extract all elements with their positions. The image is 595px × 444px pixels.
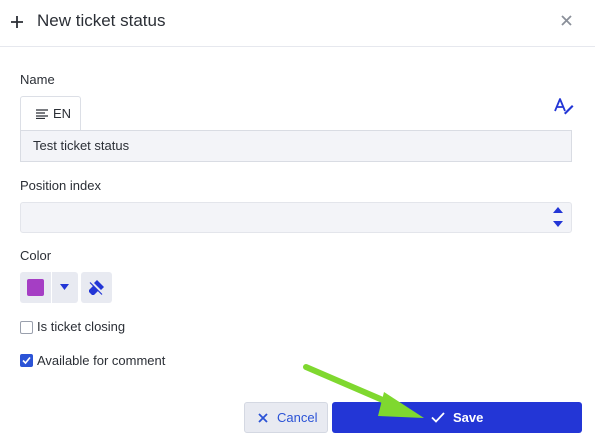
paint-roller-icon [89,280,104,295]
check-icon [431,412,445,423]
position-index-label: Position index [20,178,101,193]
dialog-title: New ticket status [37,11,166,30]
language-tab-en[interactable]: EN [20,96,81,130]
lines-icon [36,109,48,119]
save-button-label: Save [453,410,484,425]
is-ticket-closing-checkbox[interactable] [20,321,33,334]
chevron-down-icon[interactable] [60,284,69,290]
cancel-button[interactable]: Cancel [244,402,328,433]
color-picker-divider [51,272,52,303]
language-tab-label: EN [53,106,72,121]
is-ticket-closing-label[interactable]: Is ticket closing [37,319,125,334]
name-input[interactable]: Test ticket status [20,130,572,162]
cancel-button-label: Cancel [277,410,318,425]
spin-up-icon[interactable] [553,206,563,214]
spin-down-icon[interactable] [553,220,563,228]
available-for-comment-checkbox[interactable] [20,354,33,367]
color-picker[interactable] [20,272,78,303]
close-icon [258,413,268,423]
translate-icon[interactable] [554,97,574,115]
position-index-input[interactable] [20,202,572,233]
close-icon[interactable] [560,14,573,27]
color-label: Color [20,248,52,263]
plus-icon [11,16,23,28]
clear-color-button[interactable] [81,272,112,303]
new-ticket-status-dialog: New ticket status Name EN Test ticket st… [0,0,595,444]
available-for-comment-label[interactable]: Available for comment [37,353,165,368]
dialog-header: New ticket status [0,0,595,47]
save-button[interactable]: Save [332,402,582,433]
color-swatch [27,279,44,296]
name-label: Name [20,72,55,87]
checkmark-icon [22,356,31,365]
